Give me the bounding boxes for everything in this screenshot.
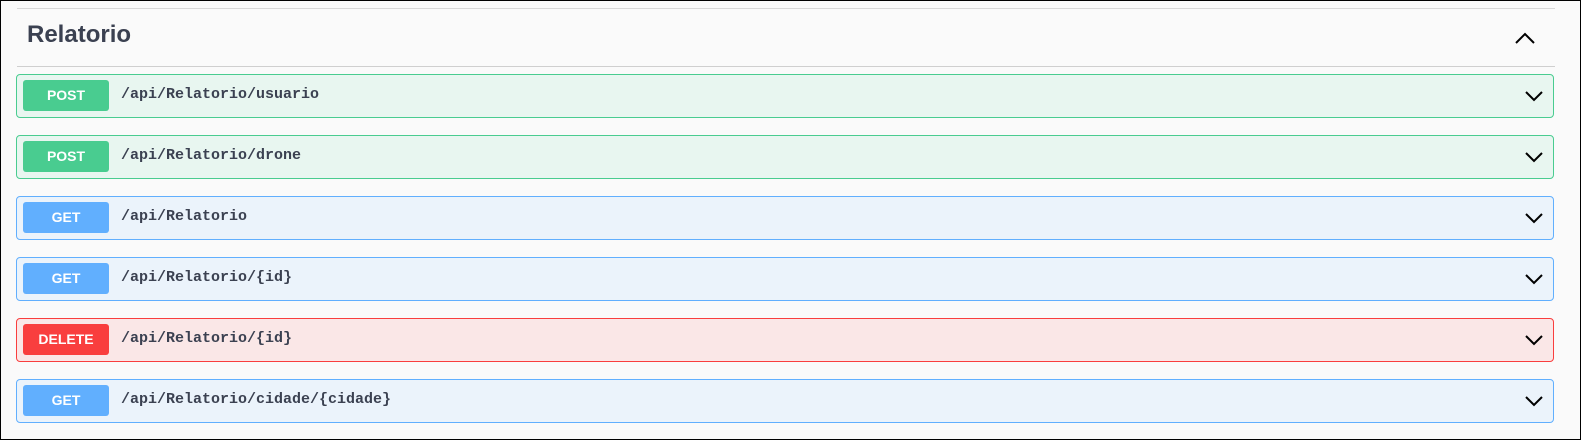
operation-get-relatorio-cidade[interactable]: GET /api/Relatorio/cidade/{cidade} [16, 379, 1554, 423]
operation-path: /api/Relatorio/drone [121, 147, 302, 164]
chevron-down-icon[interactable] [1523, 391, 1545, 411]
method-badge: DELETE [23, 324, 109, 355]
method-badge: GET [23, 385, 109, 416]
operation-post-relatorio-drone[interactable]: POST /api/Relatorio/drone [16, 135, 1554, 179]
chevron-up-icon[interactable] [1511, 26, 1539, 50]
section-title: Relatorio [27, 21, 132, 48]
operation-get-relatorio-id[interactable]: GET /api/Relatorio/{id} [16, 257, 1554, 301]
method-badge: POST [23, 80, 109, 111]
section-header-relatorio[interactable]: Relatorio [17, 8, 1555, 67]
chevron-down-icon[interactable] [1523, 86, 1545, 106]
operation-path: /api/Relatorio [121, 208, 248, 225]
chevron-down-icon[interactable] [1523, 269, 1545, 289]
operation-path: /api/Relatorio/cidade/{cidade} [121, 391, 392, 408]
chevron-down-icon[interactable] [1523, 208, 1545, 228]
operation-delete-relatorio-id[interactable]: DELETE /api/Relatorio/{id} [16, 318, 1554, 362]
method-badge: POST [23, 141, 109, 172]
chevron-down-icon[interactable] [1523, 147, 1545, 167]
operation-post-relatorio-usuario[interactable]: POST /api/Relatorio/usuario [16, 74, 1554, 118]
operation-path: /api/Relatorio/{id} [121, 330, 293, 347]
operation-path: /api/Relatorio/usuario [121, 86, 320, 103]
operations-list: POST /api/Relatorio/usuario POST /api/Re… [16, 74, 1554, 440]
swagger-frame: Relatorio POST /api/Relatorio/usuario PO… [0, 0, 1581, 440]
operation-get-relatorio[interactable]: GET /api/Relatorio [16, 196, 1554, 240]
chevron-down-icon[interactable] [1523, 330, 1545, 350]
operation-path: /api/Relatorio/{id} [121, 269, 293, 286]
method-badge: GET [23, 202, 109, 233]
method-badge: GET [23, 263, 109, 294]
